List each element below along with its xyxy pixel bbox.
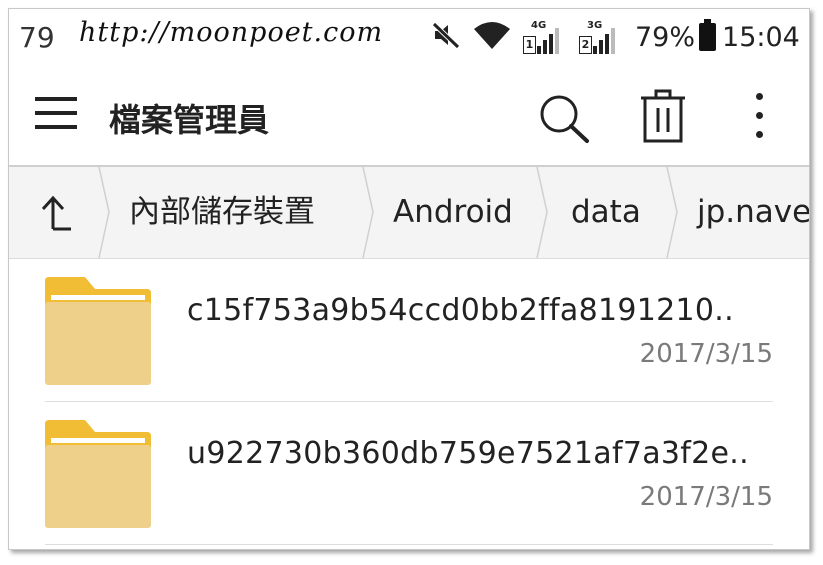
sim1-number: 1: [523, 36, 536, 54]
divider: [45, 544, 773, 545]
delete-icon[interactable]: [639, 89, 687, 145]
file-date: 2017/3/15: [639, 482, 773, 512]
breadcrumb-separator: [666, 167, 678, 258]
menu-icon[interactable]: [35, 97, 79, 137]
breadcrumb-item-android[interactable]: Android: [393, 167, 513, 258]
breadcrumb-item-internal-storage[interactable]: 內部儲存裝置: [129, 167, 315, 258]
folder-icon: [45, 277, 151, 385]
file-name: c15f753a9b54ccd0bb2ffa8191210..: [187, 293, 734, 328]
more-vertical-icon[interactable]: [744, 93, 774, 145]
wifi-icon: [473, 20, 511, 54]
sim2-bars: [593, 28, 617, 54]
status-left-number: 79: [19, 21, 55, 54]
sim1-bars: [537, 28, 561, 54]
list-item[interactable]: c15f753a9b54ccd0bb2ffa8191210.. 2017/3/1…: [9, 259, 809, 402]
file-date: 2017/3/15: [639, 339, 773, 369]
battery-percent: 79%: [635, 21, 696, 53]
app-toolbar: 檔案管理員: [9, 67, 809, 167]
sim2-number: 2: [579, 36, 592, 54]
watermark-url: http://moonpoet.com: [79, 17, 384, 48]
breadcrumb-separator: [98, 167, 110, 258]
file-name: u922730b360db759e7521af7a3f2e..: [187, 436, 749, 471]
signal-sim2-icon: 3G 2: [579, 20, 623, 54]
breadcrumb-separator: [362, 167, 374, 258]
breadcrumb: 內部儲存裝置 Android data jp.nave: [9, 167, 809, 259]
clock: 15:04: [722, 21, 800, 53]
search-icon[interactable]: [537, 93, 593, 145]
folder-icon: [45, 420, 151, 528]
breadcrumb-item-jp-nave[interactable]: jp.nave: [697, 167, 809, 258]
signal-sim1-icon: 4G 1: [523, 20, 567, 54]
mute-icon: [431, 20, 461, 54]
page-title: 檔案管理員: [109, 101, 270, 139]
status-bar: 79 http://moonpoet.com 4G 1 3G 2 79% 15:…: [9, 9, 809, 67]
file-list: c15f753a9b54ccd0bb2ffa8191210.. 2017/3/1…: [9, 259, 809, 545]
phone-screen: 79 http://moonpoet.com 4G 1 3G 2 79% 15:…: [8, 8, 810, 550]
battery-icon: [699, 19, 717, 51]
up-arrow-icon[interactable]: [41, 193, 77, 233]
breadcrumb-separator: [536, 167, 548, 258]
breadcrumb-item-data[interactable]: data: [571, 167, 641, 258]
status-icons: 4G 1 3G 2 79% 15:04: [431, 17, 800, 57]
list-item[interactable]: u922730b360db759e7521af7a3f2e.. 2017/3/1…: [9, 402, 809, 545]
